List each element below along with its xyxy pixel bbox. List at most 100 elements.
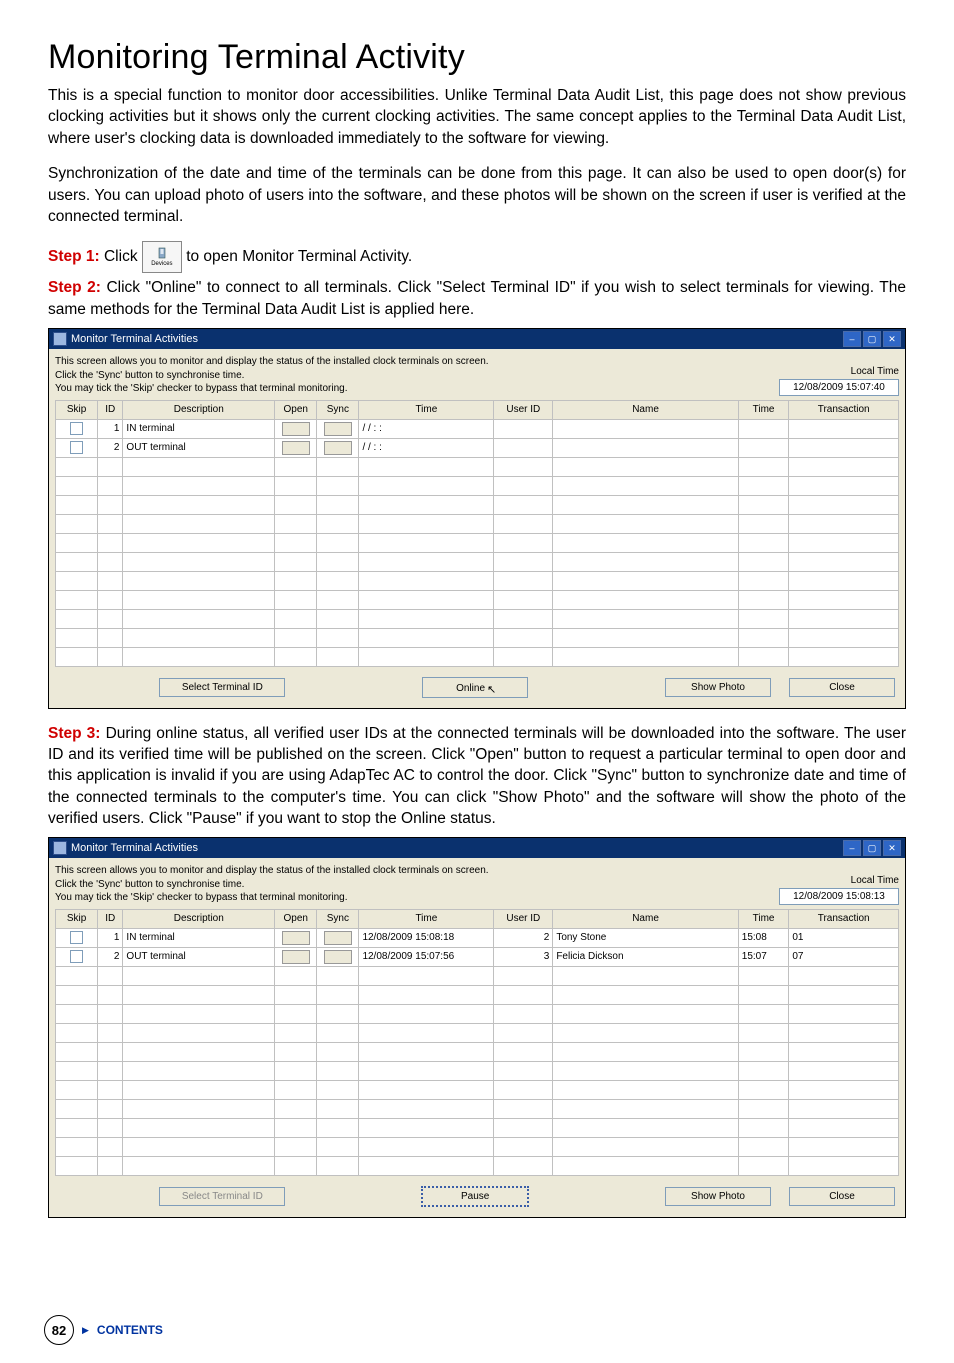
- open-button[interactable]: [282, 950, 310, 964]
- terminals-table: Skip ID Description Open Sync Time User …: [55, 909, 899, 1176]
- select-terminal-button: Select Terminal ID: [159, 1187, 285, 1206]
- col-open[interactable]: Open: [275, 909, 317, 928]
- cell-id: 2: [98, 438, 123, 457]
- page-title: Monitoring Terminal Activity: [48, 38, 906, 77]
- devices-button-label: Devices: [151, 261, 172, 267]
- open-button[interactable]: [282, 422, 310, 436]
- close-button[interactable]: Close: [789, 678, 895, 697]
- col-skip[interactable]: Skip: [56, 909, 98, 928]
- titlebar: Monitor Terminal Activities – ▢ ✕: [49, 838, 905, 858]
- maximize-button[interactable]: ▢: [863, 331, 881, 347]
- devices-icon: [156, 247, 168, 261]
- intro-para-1: This is a special function to monitor do…: [48, 85, 906, 149]
- page-number: 82: [44, 1315, 74, 1345]
- contents-link[interactable]: CONTENTS: [97, 1323, 163, 1337]
- cell-name: Felicia Dickson: [553, 947, 738, 966]
- monitor-window-online: Monitor Terminal Activities – ▢ ✕ This s…: [48, 837, 906, 1218]
- col-sync[interactable]: Sync: [317, 909, 359, 928]
- local-time-value: 12/08/2009 15:08:13: [779, 888, 899, 905]
- col-transaction[interactable]: Transaction: [789, 400, 899, 419]
- sync-button[interactable]: [324, 950, 352, 964]
- col-time[interactable]: Time: [359, 400, 494, 419]
- instr-line-2: Click the 'Sync' button to synchronise t…: [55, 878, 779, 892]
- cell-userid: 3: [494, 947, 553, 966]
- cell-id: 2: [98, 947, 123, 966]
- close-window-button[interactable]: ✕: [883, 331, 901, 347]
- online-button[interactable]: Online↖: [422, 677, 528, 698]
- show-photo-button[interactable]: Show Photo: [665, 1187, 771, 1206]
- sync-button[interactable]: [324, 441, 352, 455]
- table-row[interactable]: 1 IN terminal 12/08/2009 15:08:18 2 Tony…: [56, 928, 899, 947]
- local-time-value: 12/08/2009 15:07:40: [779, 379, 899, 396]
- maximize-button[interactable]: ▢: [863, 840, 881, 856]
- instr-line-3: You may tick the 'Skip' checker to bypas…: [55, 382, 779, 396]
- window-title: Monitor Terminal Activities: [71, 842, 198, 854]
- cell-description: IN terminal: [123, 928, 275, 947]
- step-3-text: During online status, all verified user …: [48, 725, 906, 828]
- col-transaction[interactable]: Transaction: [789, 909, 899, 928]
- col-sync[interactable]: Sync: [317, 400, 359, 419]
- instr-line-3: You may tick the 'Skip' checker to bypas…: [55, 891, 779, 905]
- devices-button[interactable]: Devices: [142, 241, 182, 273]
- step-3-label: Step 3:: [48, 725, 106, 742]
- cell-time: / / : :: [359, 419, 494, 438]
- instruction-text: This screen allows you to monitor and di…: [55, 355, 779, 396]
- local-time-label: Local Time: [779, 366, 899, 377]
- show-photo-button[interactable]: Show Photo: [665, 678, 771, 697]
- cell-time2: 15:08: [738, 928, 789, 947]
- cell-time: 12/08/2009 15:08:18: [359, 928, 494, 947]
- close-button[interactable]: Close: [789, 1187, 895, 1206]
- pause-button[interactable]: Pause: [421, 1186, 529, 1207]
- minimize-button[interactable]: –: [843, 840, 861, 856]
- open-button[interactable]: [282, 931, 310, 945]
- skip-checkbox[interactable]: [70, 950, 83, 963]
- step-2-text: Click "Online" to connect to all termina…: [48, 279, 906, 317]
- cursor-icon: ↖: [487, 683, 496, 696]
- col-skip[interactable]: Skip: [56, 400, 98, 419]
- skip-checkbox[interactable]: [70, 441, 83, 454]
- col-time2[interactable]: Time: [738, 400, 789, 419]
- cell-id: 1: [98, 419, 123, 438]
- col-description[interactable]: Description: [123, 909, 275, 928]
- col-userid[interactable]: User ID: [494, 400, 553, 419]
- col-time2[interactable]: Time: [738, 909, 789, 928]
- skip-checkbox[interactable]: [70, 931, 83, 944]
- step-1-line: Step 1: Click Devices to open Monitor Te…: [48, 241, 906, 273]
- col-time[interactable]: Time: [359, 909, 494, 928]
- local-time-label: Local Time: [779, 875, 899, 886]
- col-description[interactable]: Description: [123, 400, 275, 419]
- close-window-button[interactable]: ✕: [883, 840, 901, 856]
- step-1-text-b: to open Monitor Terminal Activity.: [186, 248, 412, 265]
- cell-name: Tony Stone: [553, 928, 738, 947]
- instruction-text: This screen allows you to monitor and di…: [55, 864, 779, 905]
- cell-description: OUT terminal: [123, 438, 275, 457]
- col-name[interactable]: Name: [553, 909, 738, 928]
- col-name[interactable]: Name: [553, 400, 738, 419]
- cell-transaction: 07: [789, 947, 899, 966]
- sync-button[interactable]: [324, 931, 352, 945]
- open-button[interactable]: [282, 441, 310, 455]
- minimize-button[interactable]: –: [843, 331, 861, 347]
- table-row[interactable]: 2 OUT terminal / / : :: [56, 438, 899, 457]
- cell-description: OUT terminal: [123, 947, 275, 966]
- local-time-block: Local Time 12/08/2009 15:08:13: [779, 875, 899, 905]
- table-row[interactable]: 2 OUT terminal 12/08/2009 15:07:56 3 Fel…: [56, 947, 899, 966]
- cell-userid: 2: [494, 928, 553, 947]
- skip-checkbox[interactable]: [70, 422, 83, 435]
- cell-time: / / : :: [359, 438, 494, 457]
- instr-line-1: This screen allows you to monitor and di…: [55, 355, 779, 369]
- table-row[interactable]: 1 IN terminal / / : :: [56, 419, 899, 438]
- col-open[interactable]: Open: [275, 400, 317, 419]
- select-terminal-button[interactable]: Select Terminal ID: [159, 678, 285, 697]
- sync-button[interactable]: [324, 422, 352, 436]
- triangle-icon: ▶: [82, 1325, 89, 1336]
- terminals-table: Skip ID Description Open Sync Time User …: [55, 400, 899, 667]
- titlebar: Monitor Terminal Activities – ▢ ✕: [49, 329, 905, 349]
- window-icon: [53, 841, 67, 855]
- col-userid[interactable]: User ID: [494, 909, 553, 928]
- step-2-para: Step 2: Click "Online" to connect to all…: [48, 277, 906, 320]
- step-1-label: Step 1:: [48, 248, 104, 265]
- col-id[interactable]: ID: [98, 400, 123, 419]
- col-id[interactable]: ID: [98, 909, 123, 928]
- window-icon: [53, 332, 67, 346]
